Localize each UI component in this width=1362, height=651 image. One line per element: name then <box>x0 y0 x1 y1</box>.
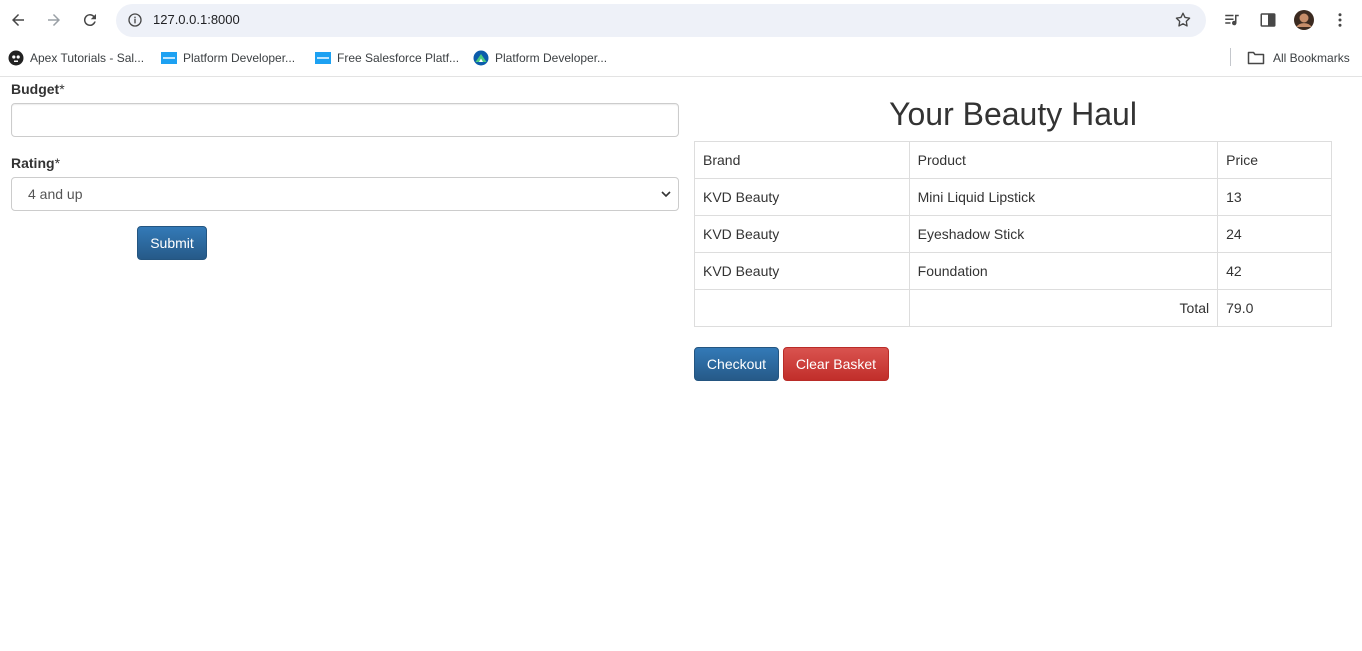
side-panel-icon[interactable] <box>1256 8 1280 32</box>
rating-label: Rating* <box>11 155 61 171</box>
bookmark-item[interactable]: Platform Developer... <box>161 48 295 68</box>
bookmark-label: Platform Developer... <box>183 51 296 65</box>
cell-price: 13 <box>1217 178 1332 216</box>
table-row: KVD Beauty Eyeshadow Stick 24 <box>694 215 1332 253</box>
clear-basket-button[interactable]: Clear Basket <box>783 347 889 381</box>
site-info-icon[interactable] <box>124 9 146 31</box>
url-text: 127.0.0.1:8000 <box>153 12 240 27</box>
bookmark-label: Free Salesforce Platf... <box>337 51 460 65</box>
cell-brand: KVD Beauty <box>694 178 910 216</box>
cell-product: Mini Liquid Lipstick <box>908 178 1219 216</box>
bookmarks-bar: Apex Tutorials - Sal... Platform Develop… <box>0 40 1362 77</box>
column-header-product: Product <box>908 141 1219 179</box>
checkout-button[interactable]: Checkout <box>694 347 779 381</box>
bookmark-item[interactable]: Platform Developer... <box>473 48 607 68</box>
rating-select[interactable]: 4 and up <box>11 177 679 211</box>
cell-product: Foundation <box>908 252 1219 290</box>
media-control-icon[interactable] <box>1220 8 1244 32</box>
bookmark-label: Apex Tutorials - Sal... <box>30 51 145 65</box>
salesforce-favicon-icon <box>315 50 331 66</box>
table-row: KVD Beauty Mini Liquid Lipstick 13 <box>694 178 1332 216</box>
table-total-row: Total 79.0 <box>694 289 1332 327</box>
haul-table: Brand Product Price KVD Beauty Mini Liqu… <box>694 141 1332 327</box>
total-label: Total <box>908 289 1219 327</box>
address-bar[interactable]: 127.0.0.1:8000 <box>116 4 1206 37</box>
table-header-row: Brand Product Price <box>694 141 1332 179</box>
rating-selected-value: 4 and up <box>28 186 83 202</box>
cell-brand: KVD Beauty <box>694 215 910 253</box>
more-menu-icon[interactable] <box>1328 8 1352 32</box>
bookmark-item[interactable]: Free Salesforce Platf... <box>315 48 459 68</box>
salesforce-favicon-icon <box>161 50 177 66</box>
reload-icon[interactable] <box>78 8 102 32</box>
folder-icon <box>1247 50 1265 66</box>
cell-price: 42 <box>1217 252 1332 290</box>
bookmarks-separator <box>1230 48 1231 66</box>
all-bookmarks-label: All Bookmarks <box>1273 51 1350 65</box>
column-header-brand: Brand <box>694 141 910 179</box>
total-value: 79.0 <box>1217 289 1332 327</box>
table-row: KVD Beauty Foundation 42 <box>694 252 1332 290</box>
haul-title: Your Beauty Haul <box>889 96 1137 132</box>
budget-input[interactable] <box>11 103 679 137</box>
cell-price: 24 <box>1217 215 1332 253</box>
bookmark-star-icon[interactable] <box>1172 9 1194 31</box>
skull-favicon-icon <box>8 50 24 66</box>
cell-brand: KVD Beauty <box>694 252 910 290</box>
bookmark-label: Platform Developer... <box>495 51 608 65</box>
bookmark-item[interactable]: Apex Tutorials - Sal... <box>8 48 144 68</box>
profile-avatar[interactable] <box>1292 8 1316 32</box>
trailhead-favicon-icon <box>473 50 489 66</box>
chevron-down-icon <box>660 187 672 201</box>
column-header-price: Price <box>1217 141 1332 179</box>
page-content: Budget* Rating* 4 and up Submit Your Bea… <box>0 78 1362 651</box>
all-bookmarks-button[interactable]: All Bookmarks <box>1247 48 1350 68</box>
cell-empty <box>694 289 910 327</box>
browser-toolbar: 127.0.0.1:8000 <box>0 0 1362 40</box>
cell-product: Eyeshadow Stick <box>908 215 1219 253</box>
forward-arrow-icon[interactable] <box>42 8 66 32</box>
back-arrow-icon[interactable] <box>6 8 30 32</box>
budget-label: Budget* <box>11 81 65 97</box>
submit-button[interactable]: Submit <box>137 226 207 260</box>
